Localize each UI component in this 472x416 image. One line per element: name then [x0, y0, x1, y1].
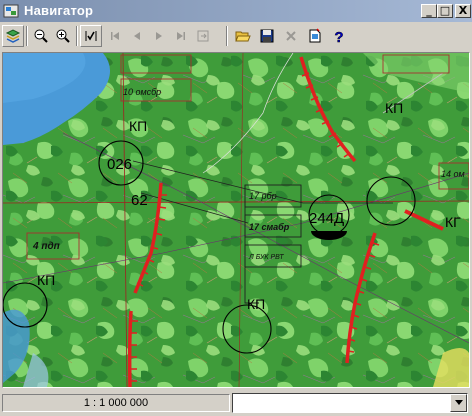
map-canvas[interactable]: КП КП КП КП КГ 026 62 244Д 10 омсбр 4 пд…	[3, 53, 469, 387]
first-icon	[111, 32, 119, 40]
zoom-out-button[interactable]	[30, 25, 52, 47]
new-document-icon	[309, 28, 321, 43]
map-view[interactable]: КП КП КП КП КГ 026 62 244Д 10 омсбр 4 пд…	[2, 52, 470, 388]
map-label-kp[interactable]: КП	[385, 100, 403, 116]
combo-dropdown-button[interactable]	[450, 394, 467, 412]
zoom-in-button[interactable]	[52, 25, 74, 47]
new-document-button[interactable]	[304, 25, 326, 47]
help-icon: ?	[334, 29, 344, 44]
map-label-kg[interactable]: КГ	[445, 214, 461, 230]
goto-icon	[197, 30, 209, 42]
layers-button[interactable]	[2, 25, 24, 47]
app-icon	[3, 4, 19, 18]
next-icon	[156, 32, 162, 40]
map-label-62[interactable]: 62	[131, 192, 148, 209]
check-button[interactable]	[80, 25, 102, 47]
toolbar-separator	[226, 26, 228, 46]
check-icon	[85, 31, 97, 41]
scale-display: 1 : 1 000 000	[2, 394, 230, 412]
last-button[interactable]	[170, 25, 192, 47]
window-title: Навигатор	[24, 3, 94, 18]
map-label-244d[interactable]: 244Д	[309, 210, 344, 227]
close-button[interactable]: X	[455, 4, 471, 18]
delete-icon	[286, 31, 296, 41]
last-icon	[177, 32, 185, 40]
save-icon	[260, 29, 274, 43]
map-label-026[interactable]: 026	[107, 156, 132, 173]
maximize-button[interactable]: □	[437, 4, 453, 18]
help-glyph: ?	[334, 29, 343, 44]
map-label-17-smabr[interactable]: 17 смабр	[249, 222, 290, 232]
toolbar-separator	[76, 26, 78, 46]
toolbar: ?	[0, 22, 472, 50]
save-button[interactable]	[256, 25, 278, 47]
chevron-down-icon	[454, 400, 463, 405]
map-label-kp[interactable]: КП	[129, 118, 147, 134]
map-label-kp[interactable]: КП	[247, 296, 265, 312]
layers-icon	[5, 29, 21, 43]
first-button[interactable]	[104, 25, 126, 47]
zoom-in-icon	[56, 29, 70, 43]
map-label-14-om[interactable]: 14 ом	[441, 169, 465, 179]
map-label-17-rbr[interactable]: 17 рбр	[249, 191, 277, 201]
next-button[interactable]	[148, 25, 170, 47]
delete-button[interactable]	[280, 25, 302, 47]
open-button[interactable]	[232, 25, 254, 47]
map-label-bukrvt[interactable]: Л БУК РВТ	[248, 254, 284, 261]
prev-button[interactable]	[126, 25, 148, 47]
map-label-4-pdp[interactable]: 4 пдп	[32, 241, 60, 252]
status-bar: 1 : 1 000 000	[0, 390, 472, 416]
open-folder-icon	[235, 31, 251, 42]
location-combobox[interactable]	[232, 393, 468, 413]
map-label-10-omsbr[interactable]: 10 омсбр	[123, 87, 161, 97]
help-button[interactable]: ?	[328, 25, 350, 47]
goto-button[interactable]	[192, 25, 214, 47]
title-bar[interactable]: Навигатор _ □ X	[0, 0, 472, 22]
zoom-out-icon	[34, 29, 48, 43]
front-line-southwest	[127, 310, 133, 387]
navigator-window: Навигатор _ □ X ? КП КП КП КП КГ 026 62 …	[0, 0, 472, 416]
prev-icon	[134, 32, 140, 40]
map-label-kp[interactable]: КП	[37, 272, 55, 288]
toolbar-separator	[26, 26, 28, 46]
minimize-button[interactable]: _	[421, 4, 437, 18]
